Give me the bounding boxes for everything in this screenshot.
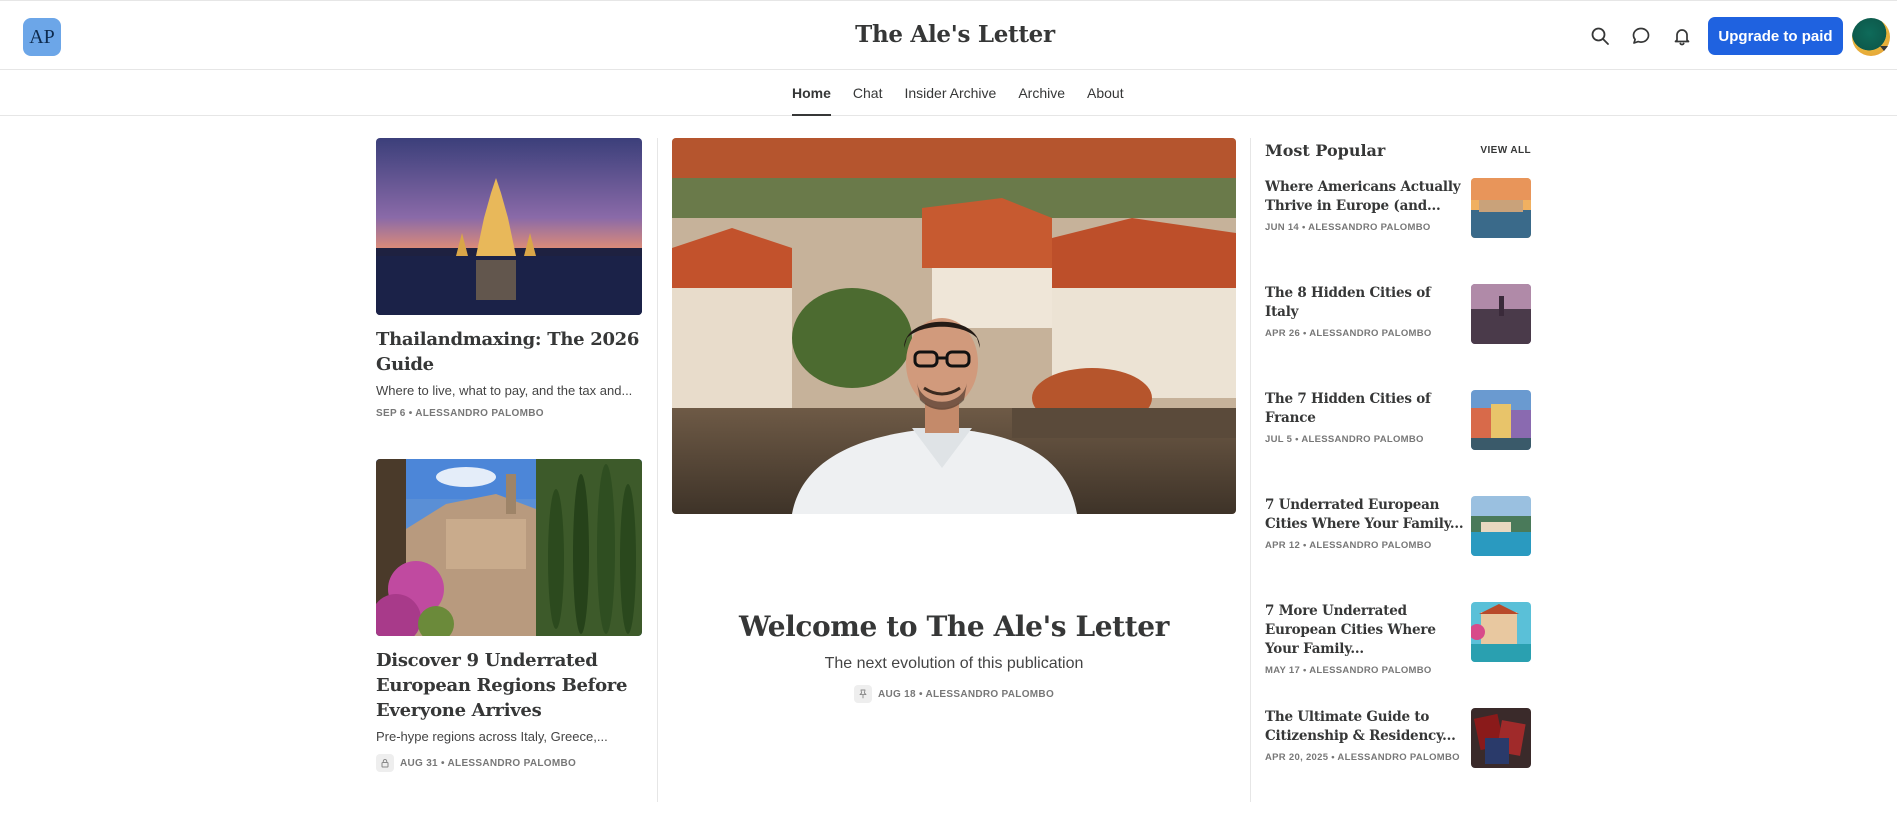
lock-icon	[376, 754, 394, 772]
chat-bubble-icon[interactable]	[1628, 23, 1654, 49]
popular-item-title[interactable]: 7 Underrated European Cities Where Your …	[1265, 496, 1465, 534]
view-all-link[interactable]: VIEW ALL	[1480, 145, 1531, 156]
popular-item[interactable]: The 8 Hidden Cities of Italy APR 26 • AL…	[1265, 284, 1531, 346]
popular-item-meta: APR 26 • ALESSANDRO PALOMBO	[1265, 328, 1432, 339]
popular-item-meta: JUN 14 • ALESSANDRO PALOMBO	[1265, 222, 1431, 233]
popular-item-title[interactable]: Where Americans Actually Thrive in Europ…	[1265, 178, 1465, 216]
most-popular-section: Most Popular VIEW ALL Where Americans Ac…	[1265, 138, 1531, 768]
post-date-author: SEP 6 • ALESSANDRO PALOMBO	[376, 408, 544, 419]
popular-item[interactable]: Where Americans Actually Thrive in Europ…	[1265, 178, 1531, 240]
chevron-down-icon[interactable]	[1880, 46, 1888, 51]
nav-tab-insider-archive[interactable]: Insider Archive	[904, 70, 996, 116]
post-title[interactable]: Thailandmaxing: The 2026 Guide	[376, 327, 642, 377]
popular-item-title[interactable]: The 7 Hidden Cities of France	[1265, 390, 1465, 428]
post-thumbnail[interactable]	[376, 138, 642, 315]
column-divider	[657, 138, 658, 802]
nav-tab-chat[interactable]: Chat	[853, 70, 883, 116]
popular-item[interactable]: 7 More Underrated European Cities Where …	[1265, 602, 1531, 676]
upgrade-to-paid-button[interactable]: Upgrade to paid	[1708, 17, 1843, 55]
popular-item-thumbnail[interactable]	[1471, 708, 1531, 768]
popular-item-thumbnail[interactable]	[1471, 602, 1531, 662]
popular-item-title[interactable]: The 8 Hidden Cities of Italy	[1265, 284, 1465, 322]
hero-image[interactable]	[672, 138, 1236, 514]
popular-item-meta: APR 12 • ALESSANDRO PALOMBO	[1265, 540, 1432, 551]
post-thumbnail[interactable]	[376, 459, 642, 636]
post-card[interactable]: Thailandmaxing: The 2026 Guide Where to …	[376, 138, 642, 419]
post-meta: AUG 31 • ALESSANDRO PALOMBO	[376, 754, 642, 772]
post-meta: SEP 6 • ALESSANDRO PALOMBO	[376, 408, 642, 419]
left-post-column: Thailandmaxing: The 2026 Guide Where to …	[376, 138, 642, 772]
post-title[interactable]: Discover 9 Underrated European Regions B…	[376, 648, 642, 723]
popular-item[interactable]: The Ultimate Guide to Citizenship & Resi…	[1265, 708, 1531, 770]
popular-item-title[interactable]: 7 More Underrated European Cities Where …	[1265, 602, 1465, 659]
bell-icon[interactable]	[1669, 23, 1695, 49]
column-divider	[1250, 138, 1251, 802]
post-card[interactable]: Discover 9 Underrated European Regions B…	[376, 459, 642, 772]
popular-item[interactable]: 7 Underrated European Cities Where Your …	[1265, 496, 1531, 558]
hero-meta: AUG 18 • ALESSANDRO PALOMBO	[672, 685, 1236, 703]
post-date-author: AUG 18 • ALESSANDRO PALOMBO	[877, 688, 1055, 700]
post-date-author: AUG 31 • ALESSANDRO PALOMBO	[400, 757, 577, 769]
top-bar: AP The Ale's Letter Upgrade to paid	[0, 0, 1897, 70]
pin-icon	[853, 685, 872, 703]
most-popular-heading: Most Popular	[1265, 140, 1386, 160]
hero-subtitle: The next evolution of this publication	[824, 655, 1084, 672]
post-subtitle: Pre-hype regions across Italy, Greece,..…	[376, 729, 608, 744]
popular-item-thumbnail[interactable]	[1471, 178, 1531, 238]
nav-tab-home[interactable]: Home	[792, 70, 831, 116]
popular-item[interactable]: The 7 Hidden Cities of France JUL 5 • AL…	[1265, 390, 1531, 452]
nav-tab-about[interactable]: About	[1087, 70, 1124, 116]
hero-title[interactable]: Welcome to The Ale's Letter	[672, 610, 1236, 643]
popular-item-meta: JUL 5 • ALESSANDRO PALOMBO	[1265, 434, 1424, 445]
nav-tab-archive[interactable]: Archive	[1018, 70, 1065, 116]
popular-item-thumbnail[interactable]	[1471, 496, 1531, 556]
popular-item-meta: APR 20, 2025 • ALESSANDRO PALOMBO	[1265, 752, 1460, 763]
main-nav: Home Chat Insider Archive Archive About	[0, 70, 1897, 116]
popular-item-thumbnail[interactable]	[1471, 390, 1531, 450]
search-icon[interactable]	[1587, 23, 1613, 49]
popular-item-meta: MAY 17 • ALESSANDRO PALOMBO	[1265, 665, 1432, 676]
post-subtitle: Where to live, what to pay, and the tax …	[376, 383, 633, 398]
popular-item-title[interactable]: The Ultimate Guide to Citizenship & Resi…	[1265, 708, 1465, 746]
post-meta: AUG 18 • ALESSANDRO PALOMBO	[853, 685, 1055, 703]
popular-item-thumbnail[interactable]	[1471, 284, 1531, 344]
